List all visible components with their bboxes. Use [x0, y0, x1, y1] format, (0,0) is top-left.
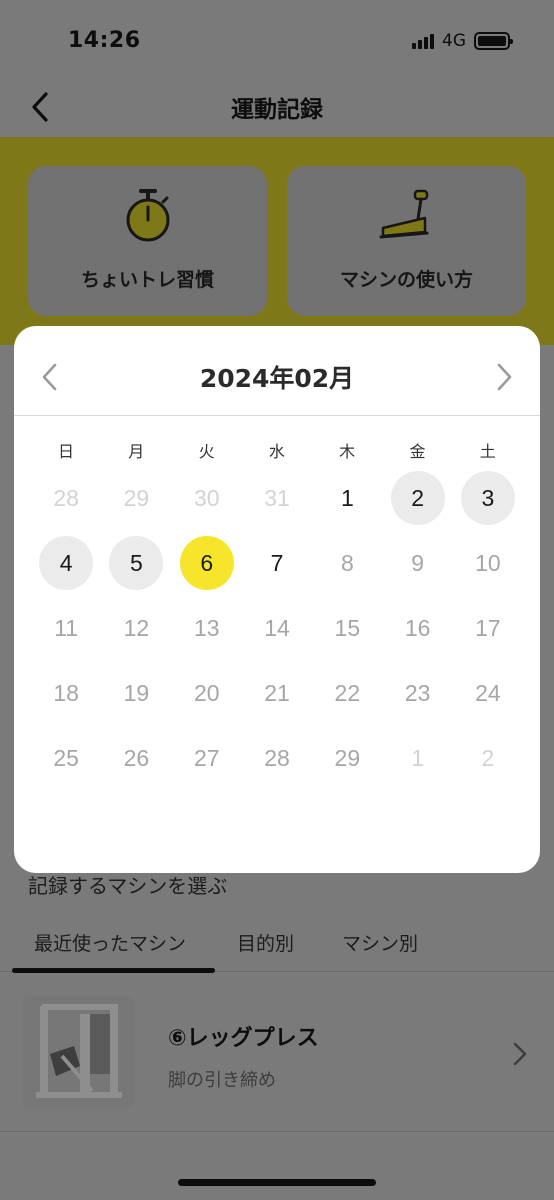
calendar-day: 23: [404, 680, 431, 706]
calendar-day: 24: [475, 680, 501, 706]
weekday-label: 金: [409, 442, 426, 461]
calendar-day: 8: [340, 550, 354, 576]
calendar-day[interactable]: 7: [250, 536, 304, 590]
calendar-day: 20: [193, 680, 220, 706]
weekday-label: 水: [268, 442, 285, 461]
calendar-day[interactable]: 3: [460, 471, 515, 525]
calendar-day[interactable]: 1: [320, 471, 374, 525]
calendar-day: 26: [123, 745, 150, 771]
calendar-day: 22: [334, 680, 361, 706]
stopwatch-icon: [126, 189, 169, 242]
calendar-day: 14: [264, 615, 290, 641]
calendar-day: 13: [193, 615, 220, 641]
home-indicator[interactable]: [178, 1179, 376, 1186]
calendar-day: 11: [54, 615, 79, 641]
calendar-day: 31: [264, 485, 290, 511]
status-bar: 14:26 4G: [0, 0, 554, 80]
weekday-label: 火: [198, 442, 215, 461]
chevron-right-icon: [510, 1040, 530, 1072]
calendar-day[interactable]: 5: [109, 536, 164, 590]
calendar-day-today[interactable]: 6: [179, 536, 234, 590]
section-heading: 記録するマシンを選ぶ: [28, 874, 228, 898]
signal-icon: [412, 33, 434, 49]
calendar-day: 27: [193, 745, 220, 771]
leg-press-machine-icon: [36, 1004, 122, 1098]
next-month-button[interactable]: [488, 362, 518, 392]
menu-card-label: マシンの使い方: [339, 269, 473, 291]
calendar-day: 18: [53, 680, 79, 706]
menu-card-choitore[interactable]: ちょいトレ習慣: [28, 166, 267, 316]
calendar-day: 25: [53, 745, 79, 771]
calendar-day: 15: [334, 615, 361, 641]
calendar-day: 12: [123, 615, 150, 641]
calendar-day: 21: [264, 680, 290, 706]
machine-name: ⑥レッグプレス: [168, 1026, 319, 1051]
calendar-month-title: 2024年02月: [199, 364, 355, 393]
calendar-day[interactable]: 2: [390, 471, 445, 525]
weekday-label: 木: [339, 442, 356, 461]
calendar-modal: 2024年02月 日月火水木金土 28 29 30 31 1 2 3 4 5 6 7 8 9 10 11 12…: [14, 326, 540, 873]
calendar-day: 10: [475, 550, 501, 576]
battery-icon: [474, 32, 513, 50]
weekday-label: 日: [57, 442, 74, 461]
machine-image: [22, 996, 135, 1109]
calendar-header: 2024年02月: [14, 326, 540, 416]
tab-bar: 最近使ったマシン 目的別 マシン別: [0, 905, 554, 973]
menu-card-label: ちょいトレ習慣: [80, 269, 214, 291]
chevron-right-icon: [497, 363, 512, 391]
calendar-day: 30: [193, 485, 220, 511]
calendar-day: 29: [334, 745, 361, 771]
status-indicators: 4G: [412, 31, 513, 51]
machine-description: 脚の引き締め: [168, 1070, 276, 1091]
calendar-day: 2: [481, 745, 495, 771]
menu-card-machine-usage[interactable]: マシンの使い方: [287, 166, 526, 316]
weekday-label: 土: [479, 442, 496, 461]
calendar-day: 17: [475, 615, 501, 641]
calendar-day: 28: [264, 745, 290, 771]
tab-recent[interactable]: 最近使ったマシン: [34, 929, 186, 956]
network-label: 4G: [442, 31, 466, 51]
calendar-day: 1: [411, 745, 425, 771]
divider: [0, 1131, 554, 1132]
weekday-label: 月: [128, 442, 145, 461]
treadmill-icon: [379, 189, 428, 239]
calendar-day[interactable]: 4: [39, 536, 94, 590]
calendar-day: 16: [404, 615, 431, 641]
tab-machine[interactable]: マシン別: [342, 929, 418, 956]
calendar-day: 19: [123, 680, 150, 706]
calendar-day: 29: [123, 485, 150, 511]
calendar-day: 28: [53, 485, 79, 511]
page-title: 運動記録: [231, 97, 323, 123]
status-time: 14:26: [68, 28, 141, 53]
calendar-day: 9: [411, 550, 425, 576]
tab-purpose[interactable]: 目的別: [237, 929, 294, 956]
